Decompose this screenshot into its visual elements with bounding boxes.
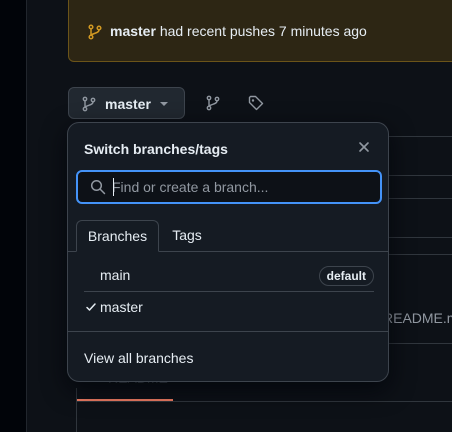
readme-divider [76,401,452,402]
sidebar-divider [26,0,27,432]
view-all-branches-link[interactable]: View all branches [84,350,193,366]
dropdown-title: Switch branches/tags [84,141,228,157]
recent-pushes-banner: master had recent pushes 7 minutes ago [68,0,452,62]
git-branch-icon [88,24,102,40]
banner-text: master had recent pushes 7 minutes ago [110,23,367,39]
branch-search-box[interactable] [76,170,382,204]
readme-file-link[interactable]: README.m [383,310,452,326]
tab-branches[interactable]: Branches [76,220,159,252]
default-badge: default [318,266,374,286]
banner-branch-name[interactable]: master [110,23,156,39]
search-icon [90,179,106,195]
footer-divider [68,331,388,332]
text-cursor [113,178,114,196]
switch-branches-dropdown: Switch branches/tags Branches Tags main … [67,122,389,382]
branch-search-input[interactable] [112,176,372,198]
branch-item-master[interactable]: master [84,292,374,324]
readme-border [76,388,77,432]
check-icon [86,303,96,311]
branches-icon[interactable] [205,95,221,111]
git-branch-icon [82,96,96,112]
branch-name: main [100,267,131,283]
left-sidebar-strip [0,0,26,432]
banner-message: had recent pushes 7 minutes ago [159,23,367,39]
close-icon[interactable] [357,140,371,154]
tag-icon[interactable] [248,95,264,111]
branch-name: master [100,299,143,315]
branch-item-main[interactable]: main default [84,260,374,292]
branch-selector-button[interactable]: master [68,87,185,119]
tab-tags[interactable]: Tags [163,220,211,252]
chevron-down-icon [160,102,168,106]
branch-selector-label: master [105,96,151,112]
